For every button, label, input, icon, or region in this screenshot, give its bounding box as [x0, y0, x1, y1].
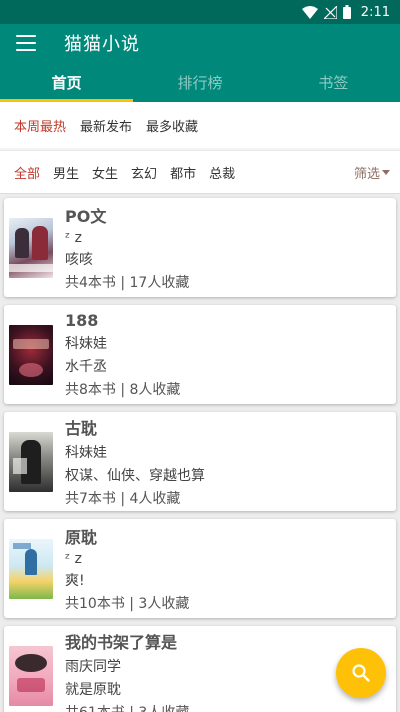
booklist-card[interactable]: 古耽 科妹娃 权谋、仙侠、穿越也算 共7本书 | 4人收藏 — [4, 412, 396, 511]
booklist-title: 原耽 — [65, 528, 98, 547]
booklist-description: 咳咳 — [65, 252, 93, 268]
tab-bookmarks[interactable]: 书签 — [267, 62, 400, 102]
category-ceo[interactable]: 总裁 — [209, 163, 235, 182]
book-cover-image — [9, 538, 53, 599]
book-cover-image — [9, 217, 53, 278]
tab-home[interactable]: 首页 — [0, 62, 134, 102]
search-button[interactable] — [336, 648, 386, 698]
category-bar: 全部 男生 女生 玄幻 都市 总裁 筛选 — [0, 150, 400, 194]
booklist-title: PO文 — [65, 207, 107, 226]
booklist-list: PO文 ᶻ z 咳咳 共4本书 | 17人收藏 188 科妹娃 水千丞 共8本书… — [0, 194, 400, 712]
filter-button[interactable]: 筛选 — [354, 163, 390, 182]
category-male[interactable]: 男生 — [53, 163, 79, 182]
category-urban[interactable]: 都市 — [170, 163, 196, 182]
book-cover-image — [9, 324, 53, 385]
status-bar: 2:11 — [0, 0, 400, 24]
booklist-meta: 共7本书 | 4人收藏 — [65, 491, 181, 507]
status-time: 2:11 — [360, 4, 390, 20]
booklist-description: 权谋、仙侠、穿越也算 — [65, 468, 205, 484]
booklist-meta: 共10本书 | 3人收藏 — [65, 596, 190, 612]
booklist-description: 水千丞 — [65, 358, 107, 375]
booklist-title: 古耽 — [65, 419, 98, 438]
booklist-meta: 共8本书 | 8人收藏 — [65, 381, 181, 398]
search-icon — [352, 664, 370, 682]
category-all[interactable]: 全部 — [14, 163, 40, 182]
booklist-card[interactable]: 原耽 ᶻ z 爽! 共10本书 | 3人收藏 — [4, 519, 396, 618]
sort-most-favorited[interactable]: 最多收藏 — [146, 116, 198, 135]
booklist-title: 188 — [65, 310, 99, 330]
booklist-author: 雨庆同学 — [65, 659, 121, 675]
wifi-icon — [301, 5, 318, 19]
booklist-description: 就是原耽 — [65, 682, 121, 698]
booklist-meta: 共4本书 | 17人收藏 — [65, 275, 190, 291]
app-title: 猫猫小说 — [64, 34, 140, 55]
booklist-author: 科妹娃 — [65, 335, 107, 352]
booklist-author: ᶻ z — [65, 551, 82, 567]
sort-weekly-hot[interactable]: 本周最热 — [14, 116, 66, 135]
book-cover-image — [9, 645, 53, 706]
filter-label: 筛选 — [353, 166, 380, 182]
booklist-author: 科妹娃 — [65, 445, 107, 461]
booklist-card[interactable]: PO文 ᶻ z 咳咳 共4本书 | 17人收藏 — [4, 198, 396, 297]
category-fantasy[interactable]: 玄幻 — [131, 163, 157, 182]
sort-newest[interactable]: 最新发布 — [80, 116, 132, 135]
signal-off-icon — [323, 5, 337, 19]
menu-icon[interactable] — [16, 35, 36, 51]
sort-bar: 本周最热 最新发布 最多收藏 — [0, 102, 400, 148]
category-female[interactable]: 女生 — [92, 163, 118, 182]
main-tabs: 首页 排行榜 书签 — [0, 62, 400, 102]
booklist-description: 爽! — [65, 573, 85, 589]
battery-icon — [342, 5, 351, 19]
tab-ranking[interactable]: 排行榜 — [133, 62, 266, 102]
app-bar: 猫猫小说 — [0, 24, 400, 62]
booklist-title: 我的书架了算是 — [65, 633, 178, 652]
booklist-card[interactable]: 188 科妹娃 水千丞 共8本书 | 8人收藏 — [4, 305, 396, 404]
dropdown-arrow-icon — [382, 170, 390, 175]
booklist-meta: 共61本书 | 3人收藏 — [65, 702, 189, 712]
booklist-author: ᶻ z — [65, 230, 82, 246]
book-cover-image — [9, 431, 53, 492]
